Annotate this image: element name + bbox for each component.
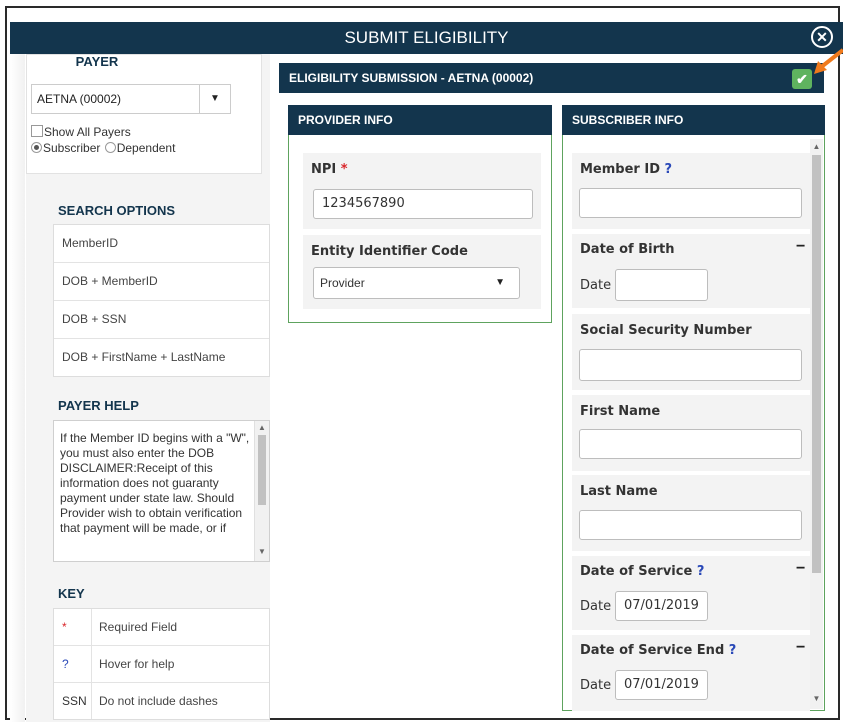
first-name-group: First Name — [572, 395, 810, 471]
payer-help-scrollbar[interactable]: ▲ ▼ — [254, 421, 269, 561]
subscriber-scrollbar[interactable]: ▲ ▼ — [810, 139, 823, 709]
search-option-dob-names[interactable]: DOB + FirstName + LastName — [54, 339, 269, 376]
show-all-payers-row[interactable]: Show All Payers — [31, 125, 131, 139]
search-option-dob-ssn[interactable]: DOB + SSN — [54, 301, 269, 339]
subscriber-scroll-thumb[interactable] — [812, 155, 821, 573]
last-name-group: Last Name — [572, 475, 810, 551]
last-name-label: Last Name — [580, 484, 658, 499]
search-option-dob-memberid[interactable]: DOB + MemberID — [54, 263, 269, 301]
dob-date-label: Date — [580, 278, 612, 293]
key-symbol: * — [62, 620, 67, 634]
ssn-label: Social Security Number — [580, 323, 752, 338]
scroll-down-icon[interactable]: ▼ — [810, 694, 823, 703]
dos-end-input[interactable]: 07/01/2019 — [615, 670, 708, 700]
show-all-payers-checkbox[interactable] — [31, 125, 43, 137]
dos-group: Date of Service ? − Date 07/01/2019 — [572, 556, 810, 630]
payer-select[interactable]: AETNA (00002) ▼ — [31, 84, 231, 114]
eligibility-submission-header: ELIGIBILITY SUBMISSION - AETNA (00002) — [279, 63, 824, 93]
key-row: ? Hover for help — [54, 646, 269, 683]
key-title: KEY — [58, 586, 85, 601]
key-symbol: ? — [62, 657, 69, 671]
collapse-dob-icon[interactable]: − — [796, 238, 805, 256]
show-all-payers-label: Show All Payers — [44, 125, 131, 139]
npi-label: NPI * — [311, 162, 348, 177]
first-name-input[interactable] — [579, 429, 802, 459]
payer-help-text: If the Member ID begins with a "W", you … — [60, 431, 250, 535]
provider-info-header: PROVIDER INFO — [288, 105, 552, 135]
dob-label: Date of Birth — [580, 242, 675, 257]
help-icon[interactable]: ? — [697, 564, 705, 579]
dob-group: Date of Birth − Date — [572, 234, 810, 308]
entity-code-group: Entity Identifier Code Provider ▼ — [303, 235, 541, 309]
entity-code-value: Provider — [320, 276, 365, 290]
dos-label: Date of Service ? — [580, 564, 705, 579]
search-options-title: SEARCH OPTIONS — [58, 203, 176, 218]
member-id-group: Member ID ? — [572, 153, 810, 229]
close-icon[interactable]: ✕ — [811, 26, 833, 48]
key-divider — [91, 609, 92, 645]
key-description: Hover for help — [99, 657, 175, 671]
payer-title: PAYER — [75, 54, 119, 69]
member-type-radios: Subscriber Dependent — [31, 141, 175, 155]
help-icon[interactable]: ? — [665, 162, 673, 177]
search-option-memberid[interactable]: MemberID — [54, 225, 269, 263]
dependent-radio[interactable] — [104, 142, 116, 153]
search-options-list: MemberID DOB + MemberID DOB + SSN DOB + … — [53, 224, 270, 377]
dos-end-label: Date of Service End ? — [580, 643, 737, 658]
dialog-title: SUBMIT ELIGIBILITY — [344, 28, 509, 47]
key-row: * Required Field — [54, 609, 269, 646]
subscriber-info-panel: SUBSCRIBER INFO Member ID ? Date of Birt… — [562, 105, 825, 711]
dos-input[interactable]: 07/01/2019 — [615, 591, 708, 621]
collapse-dos-end-icon[interactable]: − — [796, 639, 805, 657]
scroll-up-icon[interactable]: ▲ — [255, 423, 269, 432]
eligibility-submission-title: ELIGIBILITY SUBMISSION - AETNA (00002) — [289, 71, 534, 85]
key-table: * Required Field ? Hover for help SSN Do… — [53, 608, 270, 720]
ssn-group: Social Security Number — [572, 314, 810, 390]
last-name-input[interactable] — [579, 510, 802, 540]
dos-date-label: Date — [580, 599, 612, 614]
ssn-input[interactable] — [579, 349, 802, 381]
dialog-titlebar: SUBMIT ELIGIBILITY ✕ — [10, 22, 843, 54]
payer-panel: PAYER AETNA (00002) ▼ Show All Payers Su… — [26, 54, 262, 174]
chevron-down-icon[interactable]: ▼ — [199, 85, 230, 113]
entity-code-select[interactable]: Provider ▼ — [313, 267, 520, 299]
member-id-input[interactable] — [579, 188, 802, 218]
subscriber-radio[interactable] — [31, 142, 42, 153]
dependent-radio-label: Dependent — [116, 141, 176, 155]
payer-help-box: If the Member ID begins with a "W", you … — [53, 420, 270, 562]
subscriber-info-header: SUBSCRIBER INFO — [562, 105, 825, 135]
npi-input[interactable]: 1234567890 — [313, 189, 533, 219]
required-marker: * — [340, 162, 348, 177]
payer-help-title: PAYER HELP — [58, 398, 139, 413]
chevron-down-icon[interactable]: ▼ — [495, 268, 505, 298]
member-id-label: Member ID ? — [580, 162, 673, 177]
key-divider — [91, 683, 92, 719]
help-icon[interactable]: ? — [729, 643, 737, 658]
key-description: Do not include dashes — [99, 694, 218, 708]
scroll-up-icon[interactable]: ▲ — [810, 142, 823, 151]
payer-select-value: AETNA (00002) — [37, 92, 122, 106]
dob-input[interactable] — [615, 269, 708, 301]
checkmark-icon[interactable]: ✔ — [792, 69, 812, 89]
scroll-down-icon[interactable]: ▼ — [255, 547, 269, 556]
entity-code-label: Entity Identifier Code — [311, 244, 468, 259]
dos-end-group: Date of Service End ? − Date 07/01/2019 — [572, 635, 810, 711]
key-description: Required Field — [99, 620, 178, 634]
left-gutter — [10, 54, 25, 722]
first-name-label: First Name — [580, 404, 661, 419]
key-divider — [91, 646, 92, 682]
orange-arrow-icon — [814, 48, 843, 74]
key-symbol: SSN — [62, 694, 87, 708]
dos-end-date-label: Date — [580, 678, 612, 693]
payer-help-scroll-thumb[interactable] — [258, 435, 266, 505]
subscriber-radio-label: Subscriber — [43, 141, 101, 155]
collapse-dos-icon[interactable]: − — [796, 560, 805, 578]
key-row: SSN Do not include dashes — [54, 683, 269, 719]
npi-group: NPI * 1234567890 — [303, 153, 541, 229]
provider-info-panel: PROVIDER INFO NPI * 1234567890 Entity Id… — [288, 105, 552, 323]
